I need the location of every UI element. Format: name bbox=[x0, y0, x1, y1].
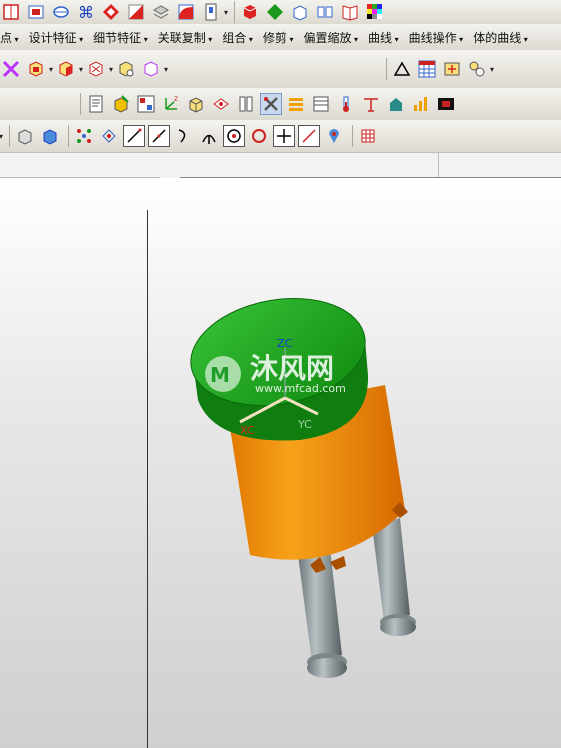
watermark: M 沐风网 www.mfcad.com bbox=[205, 352, 346, 395]
watermark-url: www.mfcad.com bbox=[255, 382, 346, 395]
watermark-text-cn: 沐风网 bbox=[250, 352, 334, 385]
svg-text:M: M bbox=[210, 363, 230, 387]
axis-label-x: XC bbox=[240, 424, 255, 437]
pin-right bbox=[372, 518, 416, 636]
axis-label-z: ZC bbox=[277, 337, 293, 350]
watermark-logo-icon: M bbox=[205, 356, 241, 392]
axis-label-y: YC bbox=[297, 418, 312, 431]
part-model[interactable]: ZC XC YC M 沐风网 www.mfcad.com bbox=[0, 0, 561, 748]
